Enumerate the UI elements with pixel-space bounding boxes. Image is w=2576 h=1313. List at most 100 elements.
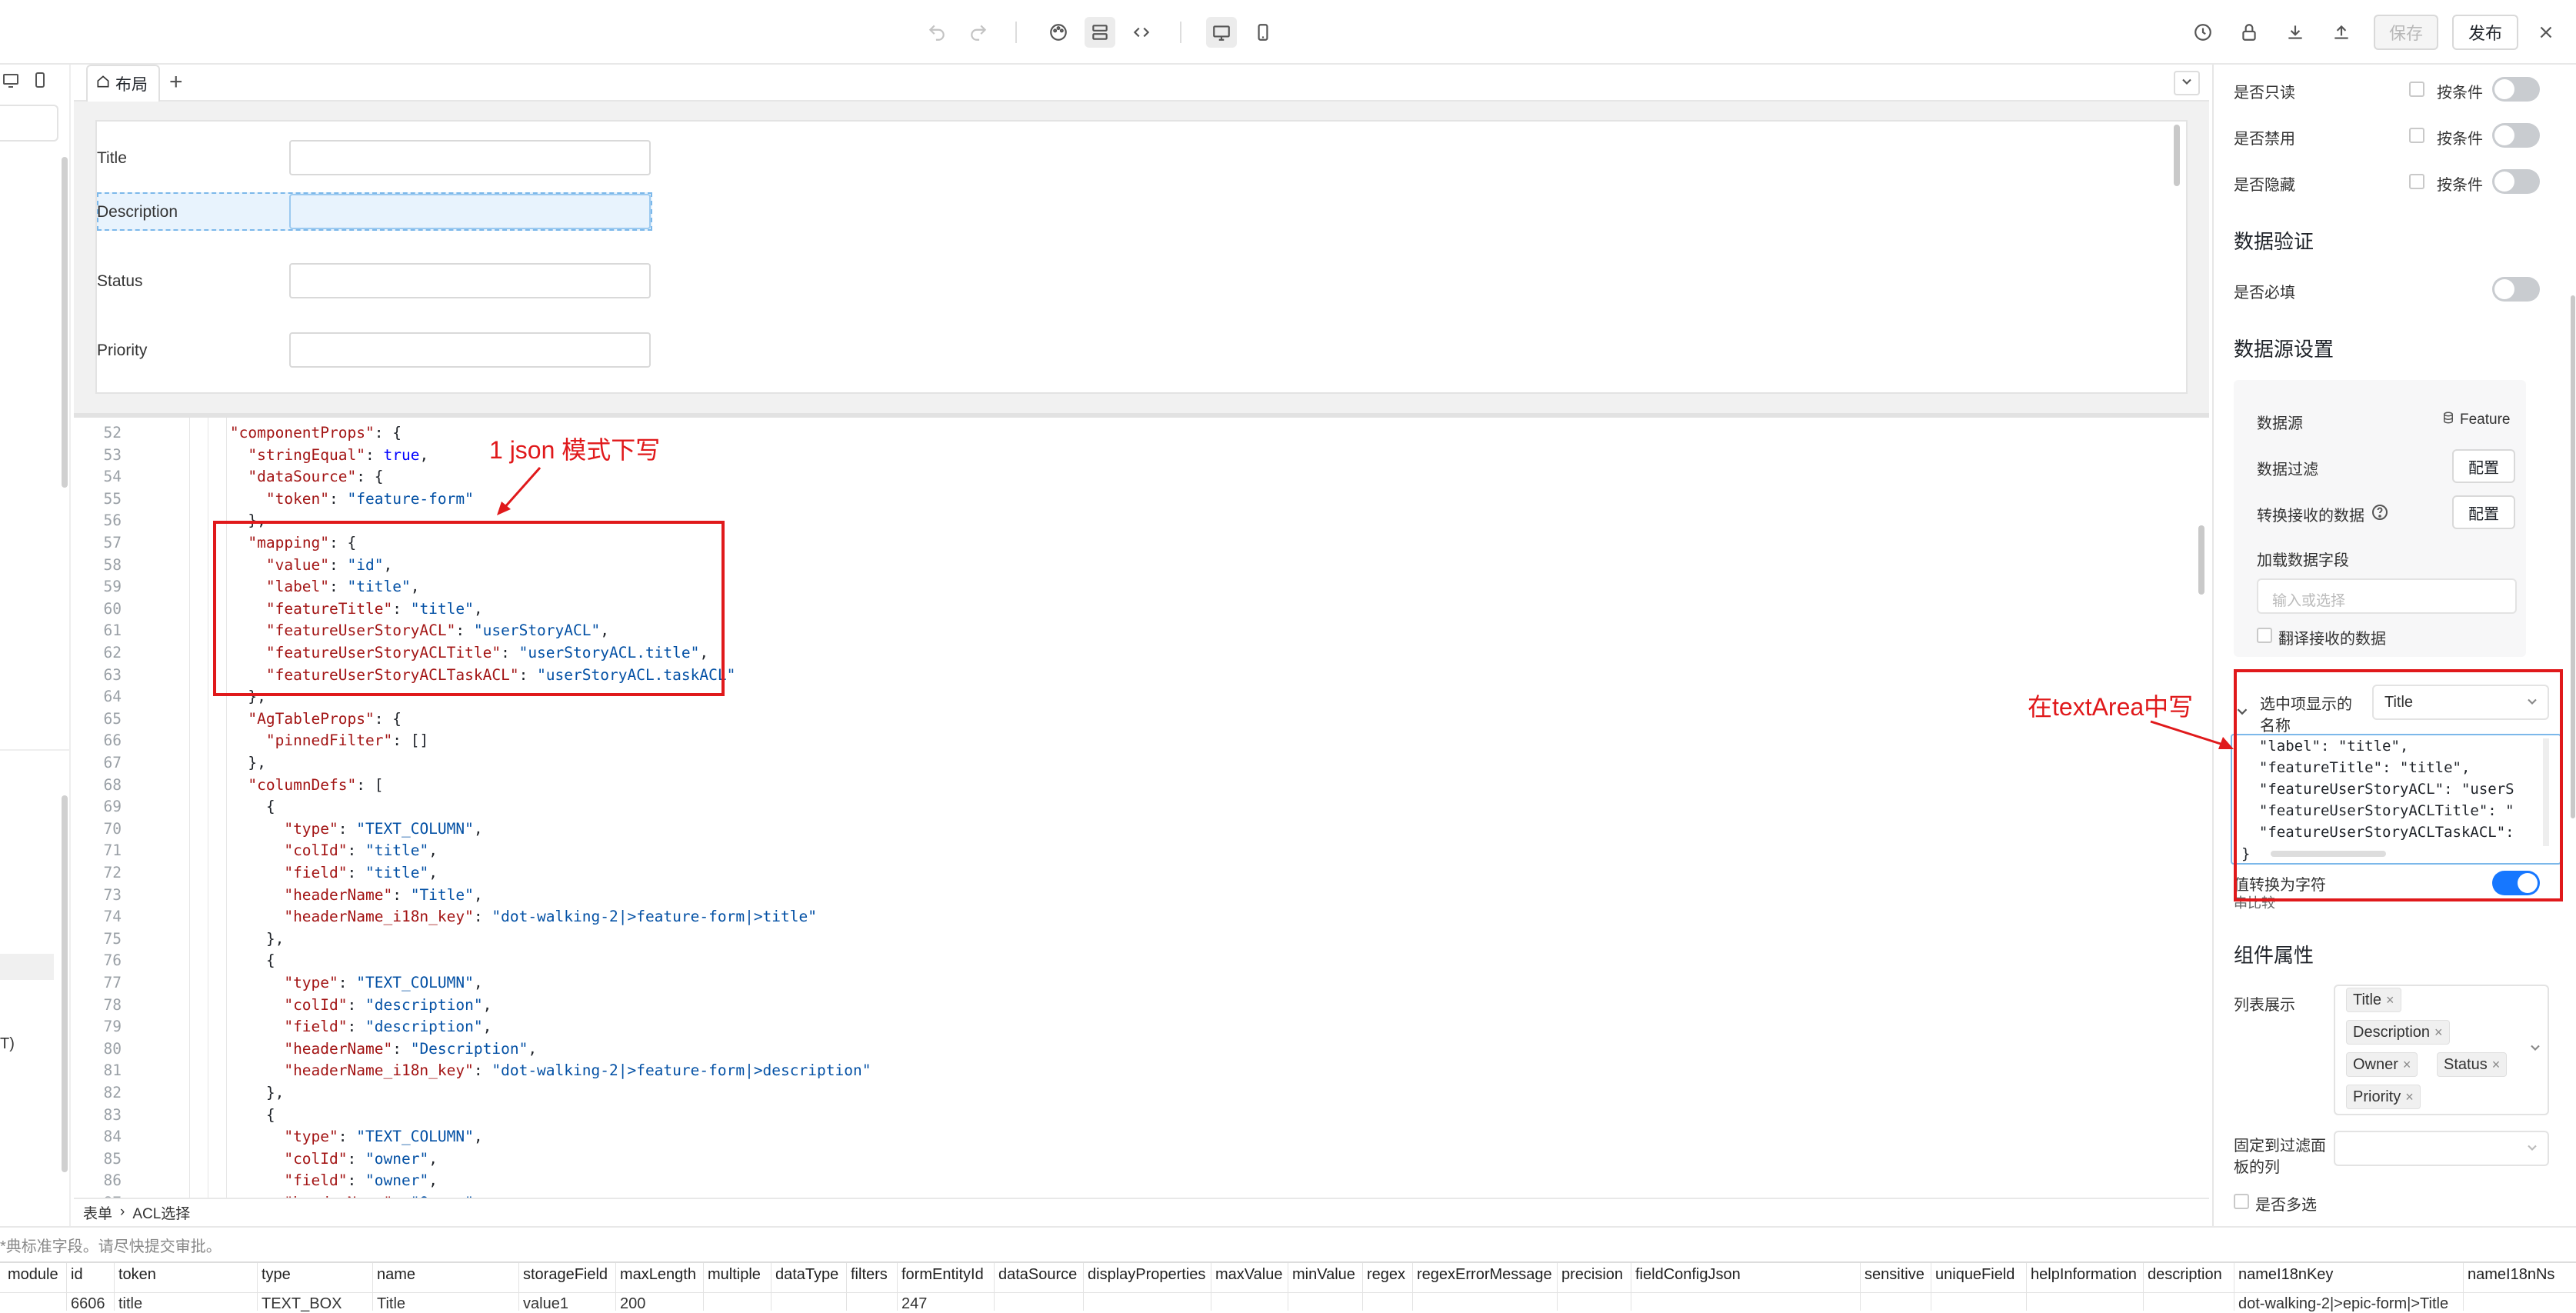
tag-close-icon[interactable]: × [2434, 1025, 2443, 1041]
table-header-cell[interactable]: displayProperties [1088, 1266, 1205, 1284]
field-input-status[interactable] [289, 263, 651, 298]
table-header-cell[interactable]: dataType [775, 1266, 838, 1284]
table-header-cell[interactable]: name [377, 1266, 415, 1284]
left-scrollbar[interactable] [62, 157, 68, 488]
redo-icon[interactable] [963, 17, 994, 48]
table-cell[interactable]: dot-walking-2|>epic-form|>Title [2238, 1295, 2448, 1313]
table-header-cell[interactable]: description [2148, 1266, 2222, 1284]
filter-config-button[interactable]: 配置 [2452, 449, 2515, 483]
disabled-toggle[interactable] [2492, 123, 2540, 148]
tag-close-icon[interactable]: × [2405, 1089, 2414, 1105]
multi-checkbox[interactable] [2234, 1194, 2249, 1209]
table-header-cell[interactable]: nameI18nNs [2468, 1266, 2554, 1284]
lock-icon[interactable] [2234, 17, 2264, 48]
undo-icon[interactable] [921, 17, 952, 48]
table-cell[interactable]: 6606 [71, 1295, 105, 1313]
code-token: : [338, 1128, 357, 1146]
table-header-cell[interactable]: helpInformation [2031, 1266, 2137, 1284]
datasource-value[interactable]: Feature [2441, 411, 2510, 429]
table-cell[interactable]: title [118, 1295, 142, 1313]
tag-close-icon[interactable]: × [2403, 1057, 2411, 1073]
left-search-input[interactable] [0, 105, 58, 142]
table-header-cell[interactable]: dataSource [998, 1266, 1077, 1284]
table-header-cell[interactable]: multiple [708, 1266, 761, 1284]
editor-scrollbar[interactable] [2198, 525, 2204, 595]
left-scrollbar-2[interactable] [62, 795, 68, 1172]
table-header-cell[interactable]: uniqueField [1935, 1266, 2014, 1284]
field-input-description[interactable] [289, 194, 651, 229]
hidden-condition-checkbox[interactable] [2409, 174, 2424, 189]
table-header-cell[interactable]: nameI18nKey [2238, 1266, 2333, 1284]
breadcrumb-root[interactable]: 表单 [83, 1202, 112, 1223]
list-display-tag[interactable]: Title × [2346, 988, 2401, 1012]
table-cell[interactable]: Title [377, 1295, 405, 1313]
transform-config-button[interactable]: 配置 [2452, 495, 2515, 529]
table-header-cell[interactable]: id [71, 1266, 83, 1284]
add-tab-button[interactable]: + [169, 69, 183, 95]
required-toggle[interactable] [2492, 277, 2540, 302]
tag-close-icon[interactable]: × [2386, 992, 2394, 1008]
history-icon[interactable] [2188, 17, 2218, 48]
list-display-tag[interactable]: Description × [2346, 1020, 2450, 1045]
list-display-tag[interactable]: Status × [2437, 1052, 2508, 1077]
publish-button[interactable]: 发布 [2452, 15, 2518, 50]
download-icon[interactable] [2280, 17, 2311, 48]
field-input-title[interactable] [289, 140, 651, 175]
hidden-toggle[interactable] [2492, 169, 2540, 194]
table-header-cell[interactable]: type [262, 1266, 291, 1284]
table-cell[interactable]: TEXT_BOX [262, 1295, 342, 1313]
table-header-cell[interactable]: token [118, 1266, 156, 1284]
readonly-toggle[interactable] [2492, 77, 2540, 102]
multi-label: 是否多选 [2255, 1197, 2317, 1214]
code-icon[interactable] [1126, 17, 1157, 48]
help-icon[interactable] [2371, 503, 2389, 522]
table-header-cell[interactable]: formEntityId [901, 1266, 984, 1284]
field-label-priority: Priority [97, 342, 148, 359]
field-label-status: Status [97, 272, 143, 290]
table-header-cell[interactable]: fieldConfigJson [1635, 1266, 1741, 1284]
table-header-cell[interactable]: maxLength [620, 1266, 696, 1284]
pinned-label: 固定到过滤面板的列 [2234, 1138, 2326, 1176]
table-header-cell[interactable]: minValue [1292, 1266, 1355, 1284]
desktop-view-icon[interactable] [1206, 17, 1237, 48]
pinned-select[interactable] [2334, 1131, 2549, 1166]
tab-collapse-button[interactable] [2174, 71, 2200, 95]
mobile-view-icon[interactable] [1248, 17, 1278, 48]
code-token: "owner" [365, 1149, 429, 1168]
tag-close-icon[interactable]: × [2492, 1057, 2501, 1073]
list-display-tag[interactable]: Owner × [2346, 1052, 2418, 1077]
table-header-cell[interactable]: module [8, 1266, 58, 1284]
table-cell[interactable]: value1 [523, 1295, 568, 1313]
load-fields-input[interactable]: 输入或选择 [2257, 578, 2517, 614]
table-cell[interactable]: 247 [901, 1295, 927, 1313]
translate-checkbox[interactable] [2257, 628, 2272, 643]
mobile-icon[interactable] [31, 71, 49, 89]
disabled-condition-checkbox[interactable] [2409, 128, 2424, 143]
palette-icon[interactable] [1043, 17, 1074, 48]
table-header-cell[interactable]: regex [1367, 1266, 1405, 1284]
table-header-cell[interactable]: regexErrorMessage [1417, 1266, 1552, 1284]
table-cell[interactable]: 200 [620, 1295, 645, 1313]
canvas-scrollbar[interactable] [2174, 125, 2180, 186]
line-number: 61 [103, 622, 122, 640]
load-fields-label: 加载数据字段 [2257, 552, 2349, 569]
textarea-highlight-box [2234, 669, 2563, 901]
desktop-icon[interactable] [2, 71, 20, 89]
list-display-tag[interactable]: Priority × [2346, 1085, 2421, 1109]
upload-icon[interactable] [2326, 17, 2357, 48]
code-token: }, [248, 754, 266, 771]
field-input-priority[interactable] [289, 332, 651, 368]
layout-icon[interactable] [1085, 17, 1115, 48]
close-icon[interactable] [2531, 17, 2561, 48]
readonly-condition-checkbox[interactable] [2409, 82, 2424, 97]
save-button[interactable]: 保存 [2374, 15, 2438, 50]
panel-scrollbar[interactable] [2571, 295, 2575, 818]
tab-layout[interactable]: 布局 [86, 65, 160, 102]
table-header-cell[interactable]: filters [851, 1266, 888, 1284]
table-header-cell[interactable]: storageField [523, 1266, 608, 1284]
code-token: , [428, 1149, 438, 1168]
table-header-cell[interactable]: maxValue [1215, 1266, 1282, 1284]
table-header-cell[interactable]: sensitive [1865, 1266, 1925, 1284]
table-header-cell[interactable]: precision [1561, 1266, 1623, 1284]
left-selected-item[interactable] [0, 954, 54, 980]
